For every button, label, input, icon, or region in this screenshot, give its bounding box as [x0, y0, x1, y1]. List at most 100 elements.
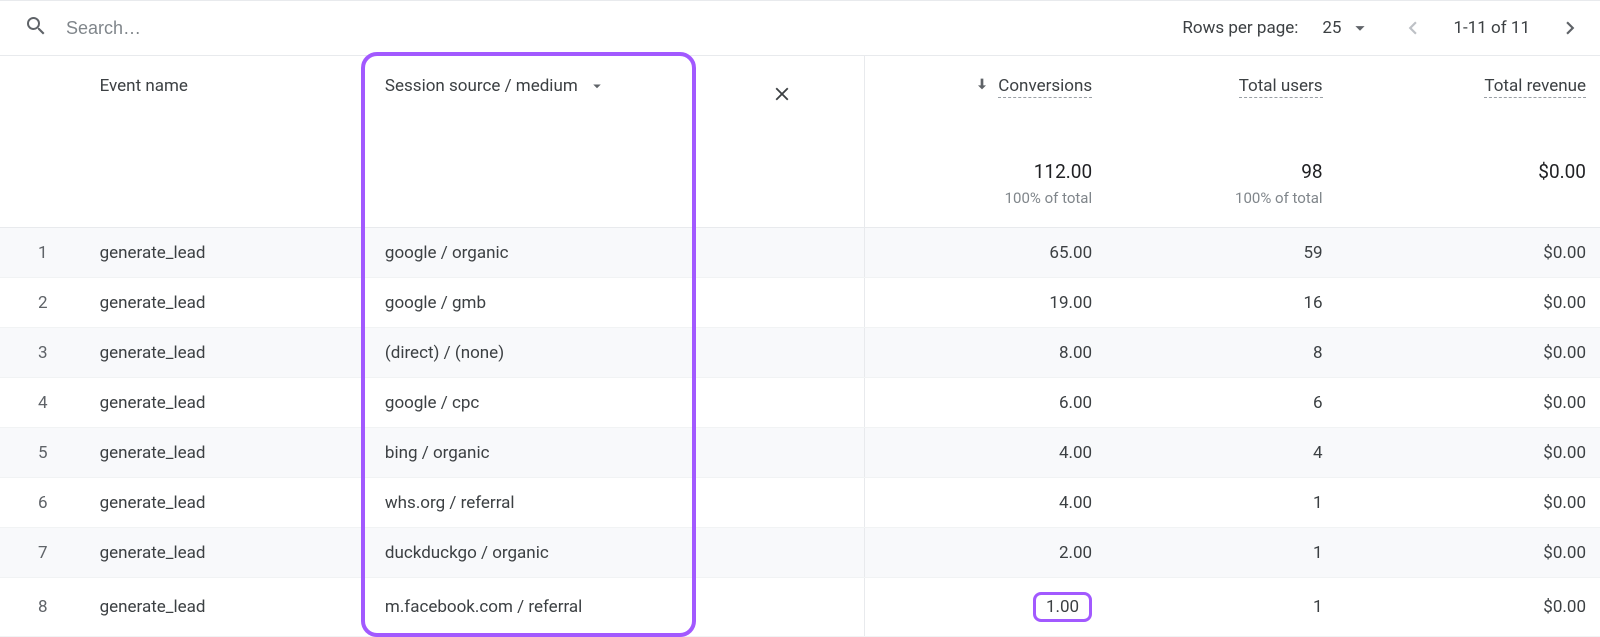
cell-dimension: google / gmb	[371, 278, 700, 328]
cell-total-revenue: $0.00	[1337, 428, 1600, 478]
totals-users-sub: 100% of total	[1120, 189, 1322, 207]
row-index: 6	[0, 478, 86, 528]
col-conversions-label: Conversions	[998, 76, 1092, 98]
totals-conversions: 112.00 100% of total	[865, 132, 1106, 228]
table-row[interactable]: 7generate_leadduckduckgo / organic2.001$…	[0, 528, 1600, 578]
cell-total-revenue: $0.00	[1337, 228, 1600, 278]
cell-spacer	[700, 378, 865, 428]
cell-event-name: generate_lead	[86, 528, 371, 578]
cell-spacer	[700, 228, 865, 278]
col-event-name[interactable]: Event name	[86, 56, 371, 132]
col-total-users-label: Total users	[1239, 76, 1323, 98]
cell-event-name: generate_lead	[86, 278, 371, 328]
close-icon	[771, 83, 793, 105]
cell-total-users: 1	[1106, 478, 1336, 528]
col-index	[0, 56, 86, 132]
row-index: 2	[0, 278, 86, 328]
rows-per-page-value: 25	[1322, 18, 1341, 38]
sort-desc-icon	[974, 76, 990, 97]
row-index: 4	[0, 378, 86, 428]
cell-event-name: generate_lead	[86, 228, 371, 278]
table-row[interactable]: 4generate_leadgoogle / cpc6.006$0.00	[0, 378, 1600, 428]
chevron-down-icon	[588, 77, 606, 95]
table-toolbar: Rows per page: 25 1-11 of 11	[0, 0, 1600, 56]
cell-spacer	[700, 328, 865, 378]
col-conversions[interactable]: Conversions	[865, 56, 1106, 132]
cell-conversions: 65.00	[865, 228, 1106, 278]
table-row[interactable]: 3generate_lead(direct) / (none) 8.008$0.0…	[0, 328, 1600, 378]
cell-total-users: 1	[1106, 578, 1336, 637]
chevron-right-icon	[1557, 15, 1583, 41]
cell-total-revenue: $0.00	[1337, 578, 1600, 637]
cell-total-revenue: $0.00	[1337, 478, 1600, 528]
cell-event-name: generate_lead	[86, 328, 371, 378]
totals-users-value: 98	[1120, 160, 1322, 183]
cell-total-users: 4	[1106, 428, 1336, 478]
report-container: Rows per page: 25 1-11 of 11 Event name	[0, 0, 1600, 637]
table-row[interactable]: 2generate_leadgoogle / gmb19.0016$0.00	[0, 278, 1600, 328]
dimension-dropdown[interactable]: Session source / medium	[385, 76, 686, 96]
table-row[interactable]: 8generate_leadm.facebook.com / referral 1…	[0, 578, 1600, 637]
col-remove-dimension	[700, 56, 865, 132]
cell-conversions: 6.00	[865, 378, 1106, 428]
cell-total-users: 8	[1106, 328, 1336, 378]
col-total-users[interactable]: Total users	[1106, 56, 1336, 132]
totals-conversions-value: 112.00	[879, 160, 1092, 183]
totals-revenue-value: $0.00	[1351, 160, 1586, 183]
row-index: 8	[0, 578, 86, 637]
chevron-down-icon	[1349, 17, 1371, 39]
table-row[interactable]: 5generate_leadbing / organic 4.004$0.00	[0, 428, 1600, 478]
cell-dimension: bing / organic	[371, 428, 700, 478]
totals-users: 98 100% of total	[1106, 132, 1336, 228]
cell-total-users: 59	[1106, 228, 1336, 278]
prev-page-button[interactable]	[1395, 10, 1431, 46]
cell-conversions: 8.00	[865, 328, 1106, 378]
cell-conversions: 4.00	[865, 478, 1106, 528]
cell-event-name: generate_lead	[86, 428, 371, 478]
totals-revenue: $0.00	[1337, 132, 1600, 228]
cell-spacer	[700, 578, 865, 637]
cell-total-revenue: $0.00	[1337, 278, 1600, 328]
data-table: Event name Session source / medium Conve…	[0, 56, 1600, 637]
cell-spacer	[700, 478, 865, 528]
remove-dimension-button[interactable]	[764, 76, 800, 112]
table-row[interactable]: 6generate_leadwhs.org / referral4.001$0.…	[0, 478, 1600, 528]
pagination: Rows per page: 25 1-11 of 11	[1182, 10, 1588, 46]
chevron-left-icon	[1400, 15, 1426, 41]
cell-total-revenue: $0.00	[1337, 378, 1600, 428]
header-row: Event name Session source / medium Conve…	[0, 56, 1600, 132]
cell-dimension: m.facebook.com / referral	[371, 578, 700, 637]
rows-per-page-label: Rows per page:	[1182, 18, 1298, 38]
cell-total-revenue: $0.00	[1337, 328, 1600, 378]
search-icon	[24, 14, 66, 43]
col-total-revenue[interactable]: Total revenue	[1337, 56, 1600, 132]
row-index: 3	[0, 328, 86, 378]
cell-total-revenue: $0.00	[1337, 528, 1600, 578]
cell-dimension: duckduckgo / organic	[371, 528, 700, 578]
row-index: 1	[0, 228, 86, 278]
dimension-label: Session source / medium	[385, 76, 578, 96]
cell-event-name: generate_lead	[86, 378, 371, 428]
cell-total-users: 1	[1106, 528, 1336, 578]
cell-spacer	[700, 428, 865, 478]
col-dimension[interactable]: Session source / medium	[371, 56, 700, 132]
cell-conversions: 19.00	[865, 278, 1106, 328]
search-input[interactable]	[66, 18, 366, 39]
table-row[interactable]: 1generate_leadgoogle / organic65.0059$0.…	[0, 228, 1600, 278]
cell-dimension: google / cpc	[371, 378, 700, 428]
cell-event-name: generate_lead	[86, 578, 371, 637]
next-page-button[interactable]	[1552, 10, 1588, 46]
cell-dimension: (direct) / (none)	[371, 328, 700, 378]
cell-spacer	[700, 528, 865, 578]
totals-row: 112.00 100% of total 98 100% of total $0…	[0, 132, 1600, 228]
rows-per-page-select[interactable]: 25	[1316, 13, 1377, 43]
cell-conversions: 1.00	[865, 578, 1106, 637]
highlight-cell: 1.00	[1033, 592, 1092, 622]
cell-conversions: 4.00	[865, 428, 1106, 478]
cell-conversions: 2.00	[865, 528, 1106, 578]
row-index: 5	[0, 428, 86, 478]
col-total-revenue-label: Total revenue	[1484, 76, 1586, 98]
totals-conversions-sub: 100% of total	[879, 189, 1092, 207]
cell-spacer	[700, 278, 865, 328]
col-event-name-label: Event name	[100, 76, 188, 96]
